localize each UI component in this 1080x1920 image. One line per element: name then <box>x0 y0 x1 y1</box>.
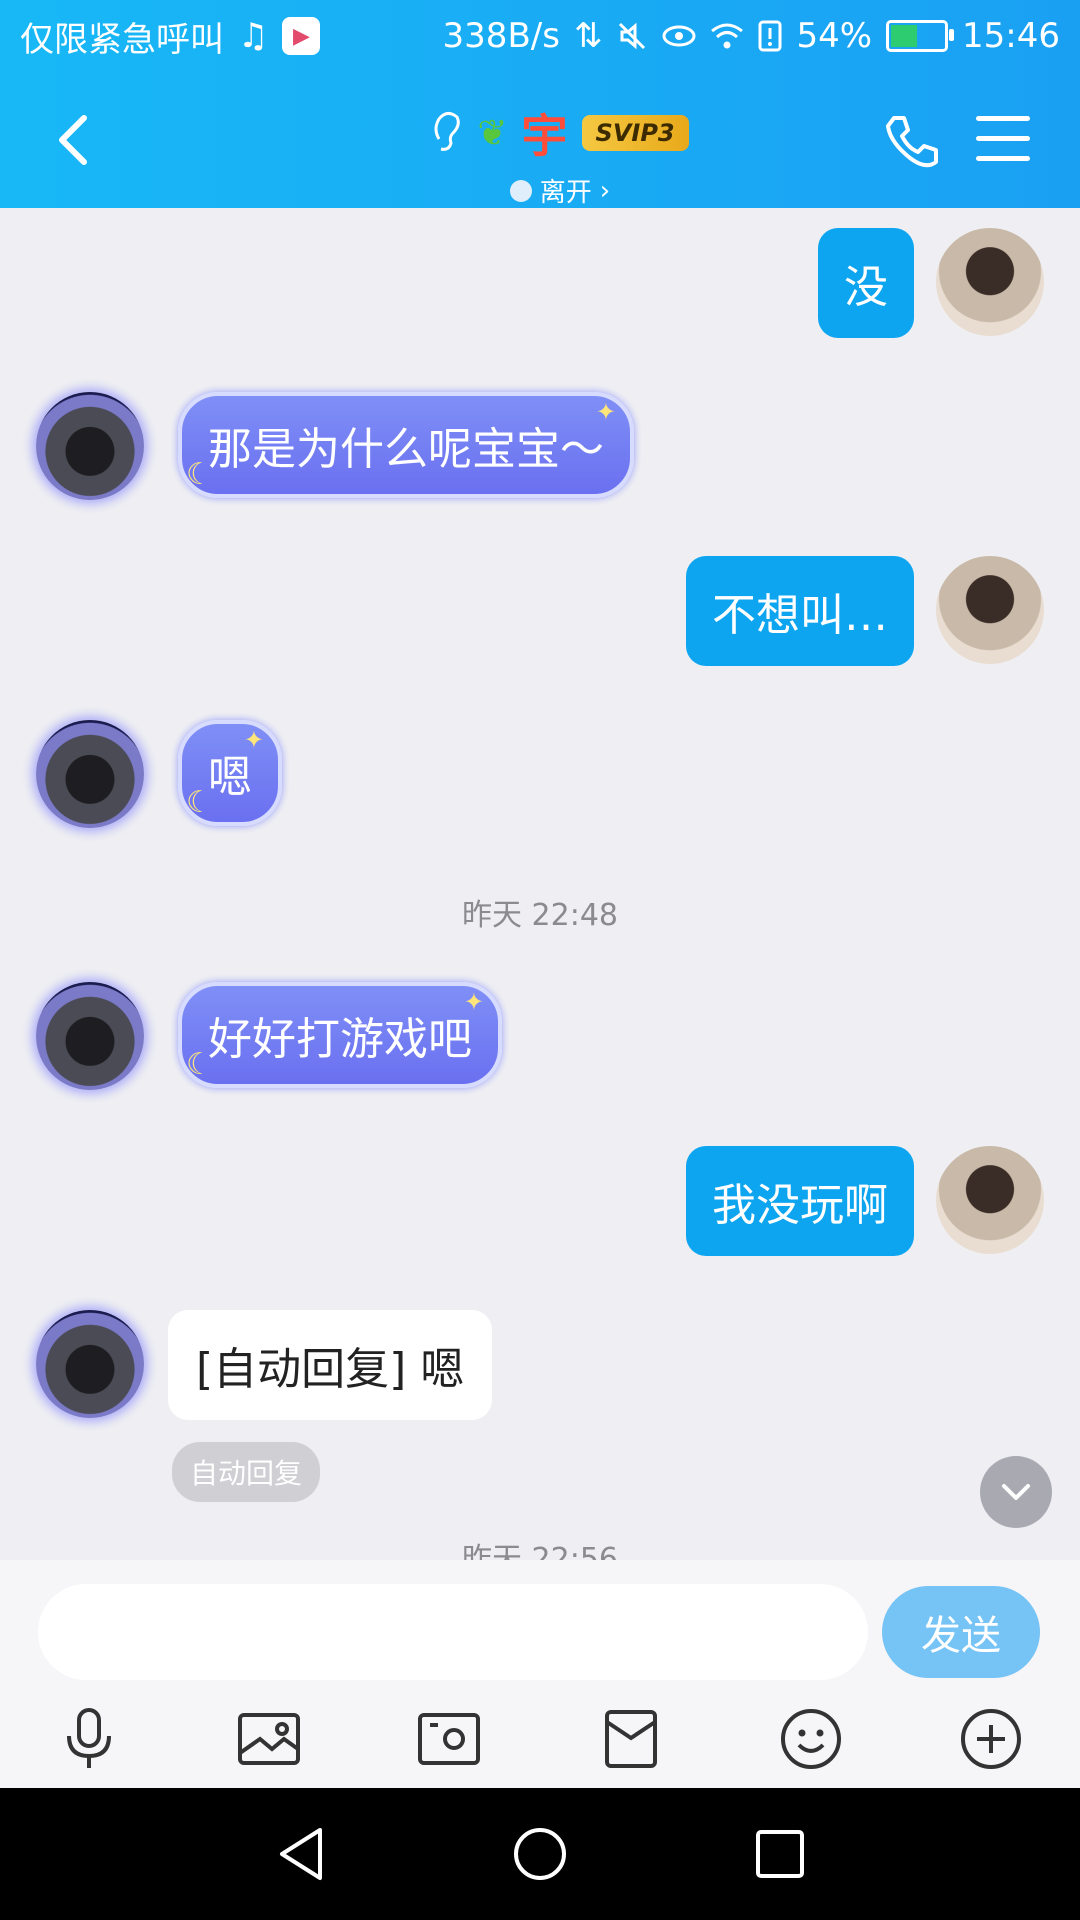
contact-avatar[interactable] <box>36 392 144 500</box>
menu-button[interactable] <box>976 116 1030 166</box>
back-button[interactable] <box>46 110 106 170</box>
nav-back-button[interactable] <box>272 1824 332 1884</box>
music-note-icon: ♫ <box>238 16 269 56</box>
moon-icon: ☾ <box>186 457 213 492</box>
triangle-back-icon <box>280 1828 322 1880</box>
scroll-to-bottom-button[interactable] <box>980 1456 1052 1528</box>
input-area: 发送 <box>0 1560 1080 1788</box>
hamburger-icon <box>976 116 1030 161</box>
nav-recents-button[interactable] <box>750 1824 810 1884</box>
sparkle-icon: ✦ <box>463 988 484 1016</box>
clock-icon <box>509 179 532 202</box>
emergency-calls-text: 仅限紧急呼叫 <box>20 19 224 60</box>
status-chevron: › <box>599 175 611 206</box>
contact-title[interactable]: ❦ 宇 SVIP3 离开 › <box>400 100 720 209</box>
data-icon: ⇅ <box>573 16 603 56</box>
microphone-icon <box>67 1708 111 1768</box>
emoji-button[interactable] <box>776 1704 846 1774</box>
online-status: 离开 › <box>400 172 720 209</box>
message-bubble-incoming[interactable]: 那是为什么呢宝宝～ ✦ ☾ <box>178 392 634 498</box>
svip-badge: SVIP3 <box>581 115 689 151</box>
timestamp: 昨天 22:56 <box>462 1542 618 1560</box>
message-row: [自动回复] 嗯 <box>36 1310 493 1420</box>
camera-icon <box>418 1713 480 1765</box>
photo-button[interactable] <box>234 1704 304 1774</box>
system-nav-bar <box>0 1788 1080 1920</box>
message-list[interactable]: 没 那是为什么呢宝宝～ ✦ ☾ 不想叫… 嗯 ✦ ☾ 昨天 22:48 好好打游戏吧 ✦ ☾… <box>0 208 1080 1560</box>
more-button[interactable] <box>956 1704 1026 1774</box>
sparkle-icon: ✦ <box>595 398 616 426</box>
contact-avatar[interactable] <box>36 720 144 828</box>
sprout-icon: ❦ <box>477 112 508 154</box>
wifi-icon <box>710 22 744 50</box>
auto-reply-tag: 自动回复 <box>172 1442 321 1502</box>
plus-icon <box>961 1709 1021 1769</box>
voice-button[interactable] <box>54 1704 124 1774</box>
moon-icon: ☾ <box>186 785 213 820</box>
ear-icon <box>431 109 463 157</box>
status-text: 离开 <box>539 178 592 208</box>
red-packet-icon <box>605 1710 657 1768</box>
mute-icon <box>616 20 648 52</box>
status-bar: 仅限紧急呼叫 ♫ ▶ 338B/s ⇅ 54% 15:46 <box>0 0 1080 72</box>
battery-percent: 54% <box>796 16 873 56</box>
circle-home-icon <box>514 1828 566 1880</box>
my-avatar[interactable] <box>936 228 1044 336</box>
contact-avatar[interactable] <box>36 982 144 1090</box>
app-notification-icon: ▶ <box>282 17 321 55</box>
clock: 15:46 <box>962 16 1060 56</box>
camera-button[interactable] <box>414 1704 484 1774</box>
message-bubble-outgoing[interactable]: 不想叫… <box>686 556 914 666</box>
timestamp: 昨天 22:48 <box>462 898 618 933</box>
message-bubble-auto-reply[interactable]: [自动回复] 嗯 <box>168 1310 493 1420</box>
chat-header: 仅限紧急呼叫 ♫ ▶ 338B/s ⇅ 54% 15:46 ❦ 宇 SVIP3 … <box>0 0 1080 208</box>
contact-name: 宇 <box>521 109 568 163</box>
message-row: 不想叫… <box>686 556 1044 666</box>
net-speed: 338B/s <box>442 16 560 56</box>
contact-avatar[interactable] <box>36 1310 144 1418</box>
message-bubble-outgoing[interactable]: 我没玩啊 <box>686 1146 914 1256</box>
sim-alert-icon <box>758 20 782 52</box>
message-bubble-incoming[interactable]: 好好打游戏吧 ✦ ☾ <box>178 982 502 1088</box>
chevron-left-icon <box>59 115 87 165</box>
message-row: 我没玩啊 <box>686 1146 1044 1256</box>
message-bubble-outgoing[interactable]: 没 <box>818 228 914 338</box>
message-bubble-incoming[interactable]: 嗯 ✦ ☾ <box>178 720 282 826</box>
eye-icon <box>662 24 696 48</box>
call-button[interactable] <box>880 112 940 172</box>
emoji-icon <box>781 1709 841 1769</box>
message-row: 那是为什么呢宝宝～ ✦ ☾ <box>36 392 634 500</box>
my-avatar[interactable] <box>936 1146 1044 1254</box>
red-packet-button[interactable] <box>596 1704 666 1774</box>
my-avatar[interactable] <box>936 556 1044 664</box>
moon-icon: ☾ <box>186 1047 213 1082</box>
message-row: 嗯 ✦ ☾ <box>36 720 282 828</box>
chevron-down-icon <box>1002 1484 1030 1500</box>
send-button[interactable]: 发送 <box>882 1586 1040 1678</box>
message-row: 好好打游戏吧 ✦ ☾ <box>36 982 502 1090</box>
nav-home-button[interactable] <box>510 1824 570 1884</box>
title-bar: ❦ 宇 SVIP3 离开 › <box>0 72 1080 208</box>
square-recents-icon <box>756 1830 804 1878</box>
phone-icon <box>886 116 938 168</box>
battery-icon <box>886 20 955 52</box>
message-input[interactable] <box>38 1584 868 1680</box>
sparkle-icon: ✦ <box>243 726 264 754</box>
image-icon <box>238 1713 300 1765</box>
message-row: 没 <box>818 228 1044 338</box>
